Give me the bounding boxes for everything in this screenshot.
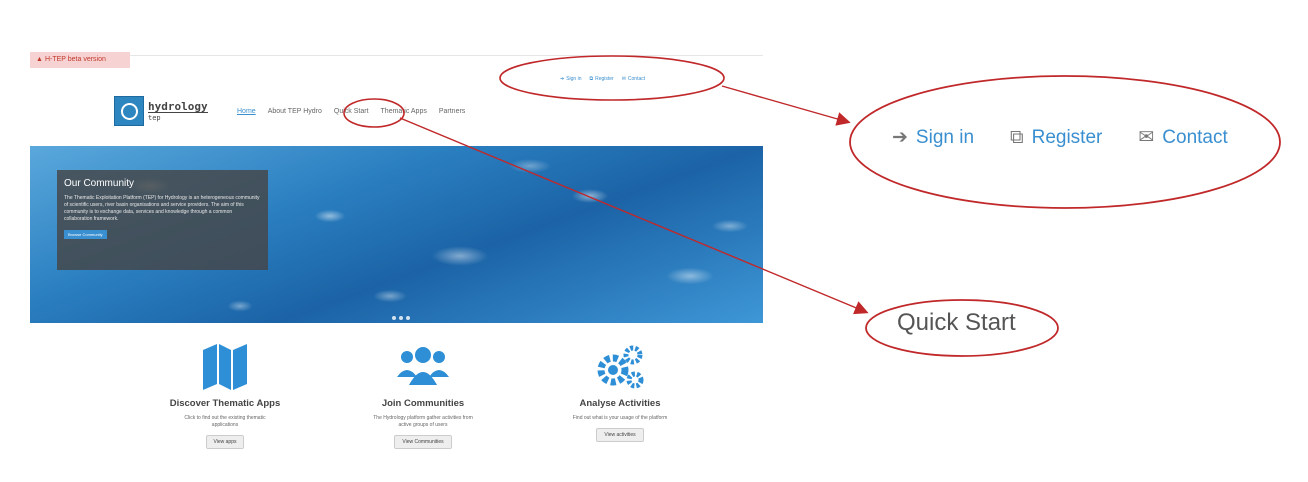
arrow-to-links bbox=[721, 85, 851, 126]
envelope-icon: ✉ bbox=[1138, 127, 1155, 148]
top-links-highlight-ellipse bbox=[499, 55, 725, 101]
callout-sign-in[interactable]: ➔ Sign in bbox=[892, 126, 974, 149]
callout-contact[interactable]: ✉ Contact bbox=[1138, 126, 1227, 149]
callout-contact-label: Contact bbox=[1162, 126, 1228, 148]
sign-in-icon: ➔ bbox=[892, 127, 908, 148]
annotation-overlay bbox=[343, 55, 1281, 357]
callout-quick-start-label[interactable]: Quick Start bbox=[897, 309, 1016, 337]
quick-start-highlight-ellipse bbox=[343, 98, 405, 128]
callout-links: ➔ Sign in ⧉ Register ✉ Contact bbox=[892, 126, 1228, 149]
callout-sign-in-label: Sign in bbox=[915, 126, 975, 148]
callout-register[interactable]: ⧉ Register bbox=[1010, 127, 1102, 149]
external-link-icon: ⧉ bbox=[1010, 126, 1024, 148]
callout-register-label: Register bbox=[1031, 126, 1103, 148]
arrow-to-quick-start bbox=[399, 117, 869, 315]
